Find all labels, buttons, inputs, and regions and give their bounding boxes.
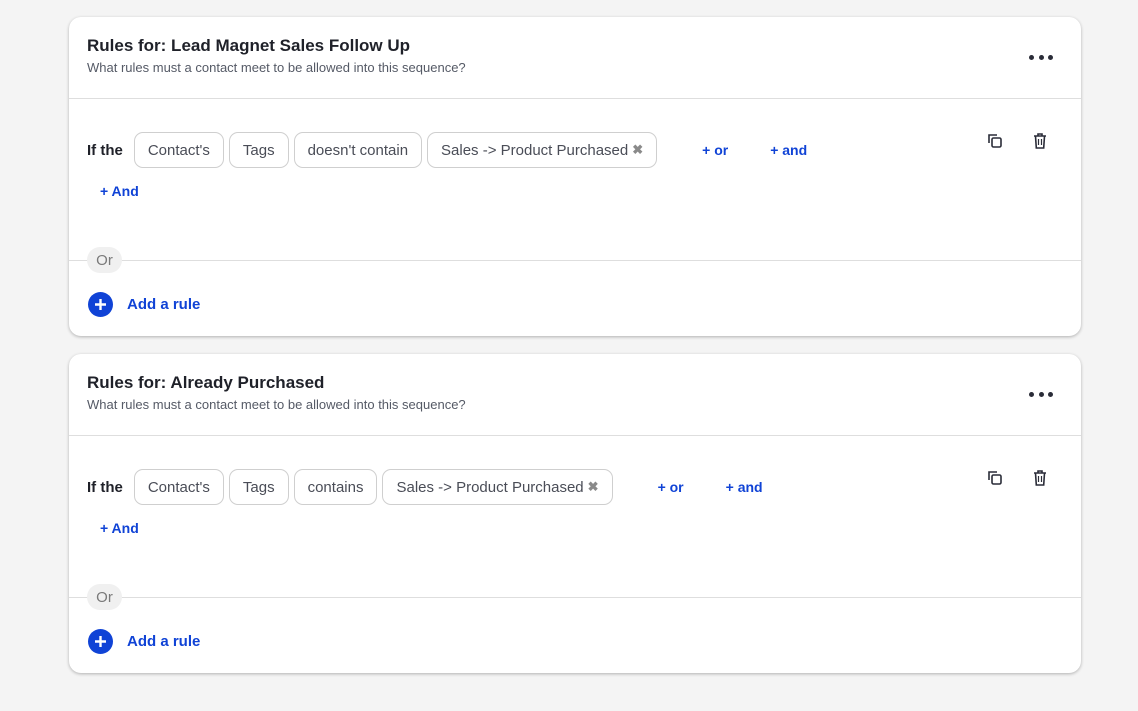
rule-row: If the Contact's Tags contains Sales -> … — [87, 469, 763, 505]
rule-row: If the Contact's Tags doesn't contain Sa… — [87, 132, 807, 168]
trash-icon[interactable] — [1030, 468, 1050, 488]
subject-select[interactable]: Contact's — [133, 132, 224, 168]
copy-icon[interactable] — [985, 131, 1005, 151]
or-badge: Or — [87, 247, 122, 273]
subject-select[interactable]: Contact's — [133, 469, 224, 505]
dot — [1048, 54, 1053, 60]
add-or-condition-button[interactable]: + or — [702, 142, 728, 158]
add-rule-button[interactable]: Add a rule — [88, 629, 200, 654]
field-select[interactable]: Tags — [228, 132, 289, 168]
rules-card: Rules for: Already Purchased What rules … — [69, 354, 1081, 673]
card-body: If the Contact's Tags doesn't contain Sa… — [69, 99, 1081, 335]
value-text: Sales -> Product Purchased — [441, 141, 629, 159]
add-rule-label: Add a rule — [127, 296, 201, 313]
value-select[interactable]: Sales -> Product Purchased ✖ — [382, 469, 613, 505]
dot — [1048, 391, 1053, 397]
more-horizontal-icon — [1029, 391, 1034, 397]
field-select[interactable]: Tags — [228, 469, 289, 505]
card-header: Rules for: Lead Magnet Sales Follow Up W… — [69, 17, 1081, 99]
more-options-button[interactable] — [1029, 47, 1053, 67]
value-select[interactable]: Sales -> Product Purchased ✖ — [427, 132, 658, 168]
card-subtitle: What rules must a contact meet to be all… — [87, 60, 466, 75]
card-title: Rules for: Lead Magnet Sales Follow Up — [87, 36, 411, 55]
plus-circle-icon — [88, 292, 113, 317]
add-and-group-button[interactable]: + And — [100, 183, 139, 199]
add-and-condition-button[interactable]: + and — [726, 479, 763, 495]
add-rule-label: Add a rule — [127, 633, 201, 650]
dot — [1038, 54, 1044, 60]
operator-select[interactable]: contains — [293, 469, 378, 505]
more-options-button[interactable] — [1029, 384, 1053, 404]
card-header: Rules for: Already Purchased What rules … — [69, 354, 1081, 436]
if-label: If the — [87, 478, 123, 496]
remove-value-icon[interactable]: ✖ — [632, 142, 643, 158]
value-text: Sales -> Product Purchased — [396, 478, 584, 496]
add-and-condition-button[interactable]: + and — [770, 142, 807, 158]
card-title: Rules for: Already Purchased — [87, 373, 325, 392]
rules-card: Rules for: Lead Magnet Sales Follow Up W… — [69, 17, 1081, 336]
more-horizontal-icon — [1029, 54, 1034, 60]
plus-circle-icon — [88, 629, 113, 654]
add-or-condition-button[interactable]: + or — [658, 479, 684, 495]
add-and-group-button[interactable]: + And — [100, 520, 139, 536]
trash-icon[interactable] — [1030, 131, 1050, 151]
card-body: If the Contact's Tags contains Sales -> … — [69, 436, 1081, 672]
add-rule-button[interactable]: Add a rule — [88, 292, 200, 317]
operator-select[interactable]: doesn't contain — [293, 132, 423, 168]
copy-icon[interactable] — [985, 468, 1005, 488]
or-divider — [69, 260, 1081, 261]
or-badge: Or — [87, 584, 122, 610]
remove-value-icon[interactable]: ✖ — [588, 479, 599, 495]
card-subtitle: What rules must a contact meet to be all… — [87, 397, 466, 412]
or-divider — [69, 597, 1081, 598]
if-label: If the — [87, 141, 123, 159]
dot — [1038, 391, 1044, 397]
